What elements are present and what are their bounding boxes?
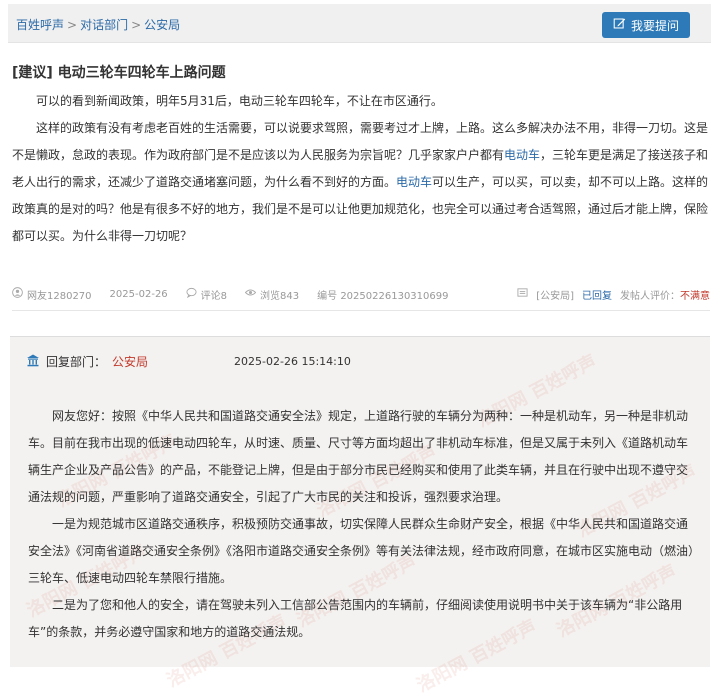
post-date: 2025-02-26 <box>110 289 168 300</box>
post-title-text: 电动三轮车四轮车上路问题 <box>57 65 226 81</box>
top-bar: 百姓呼声 > 对话部门 > 公安局 我要提问 <box>8 4 711 43</box>
post-body: 可以的看到新闻政策，明年5月31后，电动三轮车四轮车，不让在市区通行。这样的政策… <box>12 88 710 250</box>
reply-dept-label: 回复部门： <box>46 355 107 369</box>
post-number: 编号 20250226130310699 <box>317 287 448 302</box>
post-tag: [建议] <box>12 65 53 81</box>
reply-dept-name[interactable]: 公安局 <box>112 353 148 370</box>
comment-icon <box>186 287 197 301</box>
post-author: 网友1280270 <box>12 287 92 302</box>
post-views-count: 浏览843 <box>260 290 300 302</box>
breadcrumb-item-police[interactable]: 公安局 <box>144 18 180 32</box>
reply-body: 网友您好：按照《中华人民共和国道路交通安全法》规定，上道路行驶的车辆分为两种：一… <box>28 403 696 646</box>
breadcrumb: 百姓呼声 > 对话部门 > 公安局 <box>16 16 180 33</box>
breadcrumb-item-dialogue[interactable]: 对话部门 <box>80 18 128 32</box>
rating-value: 不满意 <box>680 290 710 302</box>
post-comments[interactable]: 评论8 <box>186 287 227 302</box>
breadcrumb-item-home[interactable]: 百姓呼声 <box>16 18 64 32</box>
user-icon <box>12 287 23 301</box>
edit-icon <box>613 17 626 33</box>
divider <box>12 310 710 311</box>
post-views: 浏览843 <box>244 287 300 302</box>
post-title: [建议] 电动三轮车四轮车上路问题 <box>12 62 226 82</box>
post-department[interactable]: [公安局] <box>536 287 574 302</box>
reply-time: 2025-02-26 15:14:10 <box>234 355 351 368</box>
post-author-name[interactable]: 网友1280270 <box>27 287 92 302</box>
reply-paragraph: 一是为规范城市区道路交通秩序，积极预防交通事故，切实保障人民群众生命财产安全，根… <box>28 517 695 585</box>
reply-section: 洛阳网 百姓呼声 洛阳网 百姓呼声 洛阳网 百姓呼声 洛阳网 百姓呼声 洛阳网 … <box>10 336 710 697</box>
post-date-text: 2025-02-26 <box>109 288 168 300</box>
reply-paragraph: 网友您好：按照《中华人民共和国道路交通安全法》规定，上道路行驶的车辆分为两种：一… <box>28 409 689 504</box>
reply-header: 回复部门： 公安局 2025-02-26 15:14:10 <box>26 353 351 370</box>
post-meta: 网友1280270 2025-02-26 评论8 浏览843 编号 202502… <box>12 284 710 304</box>
post-number-text: 编号 20250226130310699 <box>317 290 449 302</box>
post-status-area: [公安局] 已回复 发帖人评价：不满意 <box>517 287 710 302</box>
reply-paragraph: 二是为了您和他人的安全，请在驾驶未列入工信部公告范围内的车辆前，仔细阅读使用说明… <box>28 598 683 639</box>
building-icon <box>26 353 40 370</box>
ask-question-button[interactable]: 我要提问 <box>602 12 690 38</box>
post-comments-count: 评论8 <box>200 290 228 302</box>
post-paragraph: 可以的看到新闻政策，明年5月31后，电动三轮车四轮车，不让在市区通行。 <box>12 88 710 115</box>
post-text: 可以的看到新闻政策，明年5月31后，电动三轮车四轮车，不让在市区通行。 <box>36 94 443 108</box>
eye-icon <box>244 287 257 301</box>
ask-question-label: 我要提问 <box>630 18 679 33</box>
keyword-link[interactable]: 电动车 <box>504 148 540 162</box>
breadcrumb-separator: > <box>67 18 78 32</box>
rating-label: 发帖人评价： <box>620 290 680 302</box>
reply-status: 已回复 <box>582 290 612 302</box>
keyword-link[interactable]: 电动车 <box>396 175 432 189</box>
breadcrumb-separator: > <box>131 18 142 32</box>
department-icon <box>517 287 528 301</box>
rating-row: 发帖人评价：不满意 <box>620 287 710 302</box>
post-paragraph: 这样的政策有没有考虑老百姓的生活需要，可以说要求驾照，需要考过才上牌，上路。这么… <box>12 115 710 250</box>
